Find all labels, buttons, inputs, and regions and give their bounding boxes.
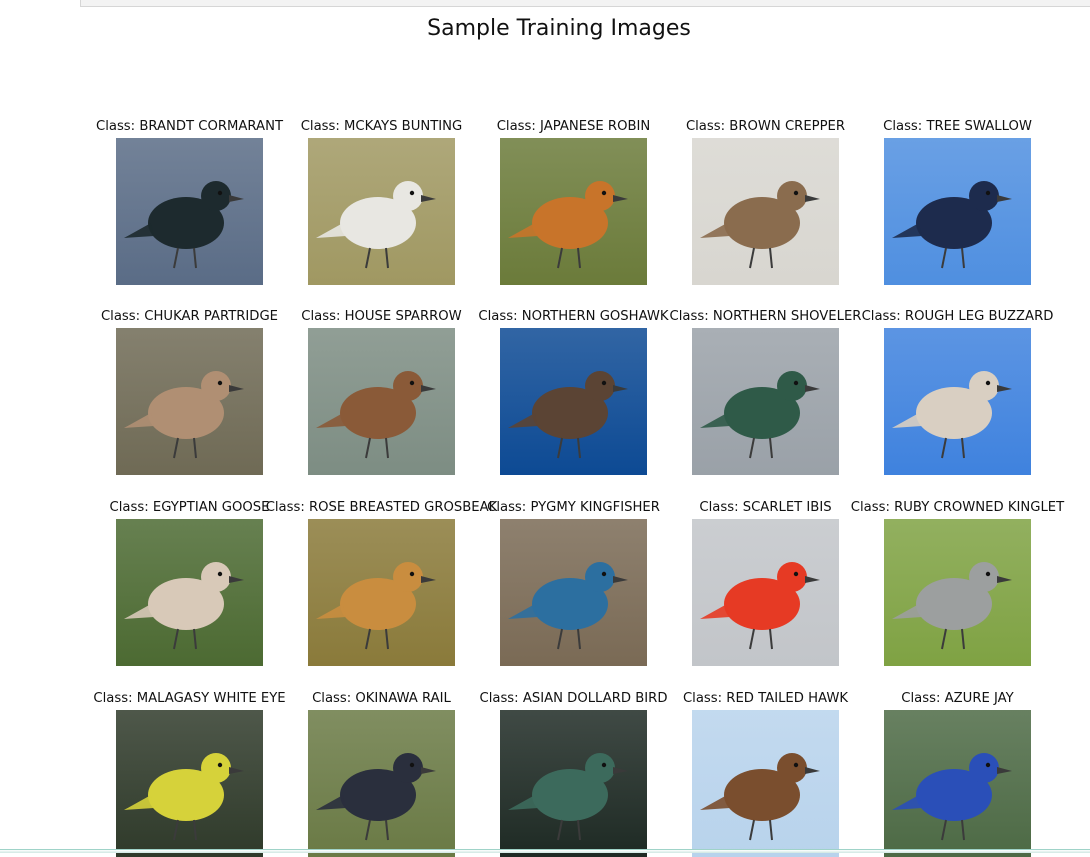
dollarbird-image bbox=[500, 710, 647, 857]
kingfisher-image bbox=[500, 519, 647, 666]
kinglet-image bbox=[884, 519, 1031, 666]
buzzard-image bbox=[884, 328, 1031, 475]
figure-title: Sample Training Images bbox=[427, 16, 691, 41]
goshawk-image bbox=[500, 328, 647, 475]
rail-image bbox=[308, 710, 455, 857]
image-class-label: Class: ROUGH LEG BUZZARD bbox=[861, 309, 1054, 324]
image-class-label: Class: AZURE JAY bbox=[901, 691, 1014, 706]
image-class-label: Class: TREE SWALLOW bbox=[883, 119, 1032, 134]
goose-image bbox=[116, 519, 263, 666]
ibis-image bbox=[692, 519, 839, 666]
output-divider bbox=[0, 849, 1090, 853]
image-class-label: Class: RUBY CROWNED KINGLET bbox=[850, 500, 1065, 515]
sparrow-image bbox=[308, 328, 455, 475]
top-scroll-strip bbox=[80, 0, 1090, 7]
robin-image bbox=[500, 138, 647, 285]
swallow-image bbox=[884, 138, 1031, 285]
creeper-image bbox=[692, 138, 839, 285]
cormorant-image bbox=[116, 138, 263, 285]
bunting-image bbox=[308, 138, 455, 285]
shoveler-image bbox=[692, 328, 839, 475]
partridge-image bbox=[116, 328, 263, 475]
grosbeak-image bbox=[308, 519, 455, 666]
hawk-image bbox=[692, 710, 839, 857]
white-eye-image bbox=[116, 710, 263, 857]
jay-image bbox=[884, 710, 1031, 857]
